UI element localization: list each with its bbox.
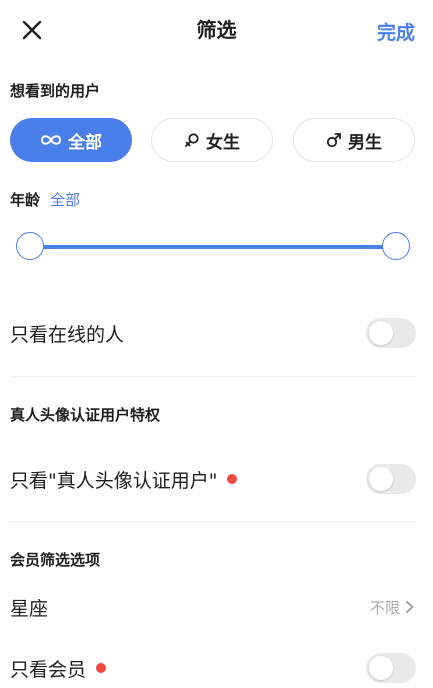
verified-only-toggle[interactable] <box>366 464 416 494</box>
toggle-knob <box>369 321 393 345</box>
divider <box>10 376 416 377</box>
online-only-row: 只看在线的人 <box>10 313 416 353</box>
female-icon <box>184 132 200 148</box>
toggle-knob <box>369 467 393 491</box>
member-only-label: 只看会员 <box>10 658 87 681</box>
age-row: 年龄 全部 <box>10 188 80 210</box>
gender-option-male[interactable]: 男生 <box>293 118 415 162</box>
infinity-icon <box>40 133 62 147</box>
verified-only-row: 只看"真人头像认证用户" <box>10 459 416 499</box>
online-only-toggle[interactable] <box>366 318 416 348</box>
gender-option-male-label: 男生 <box>348 132 382 153</box>
new-badge-dot <box>227 474 238 484</box>
member-only-toggle[interactable] <box>366 653 416 683</box>
age-value: 全部 <box>50 190 81 209</box>
online-only-label: 只看在线的人 <box>10 323 125 346</box>
done-button[interactable]: 完成 <box>377 18 415 45</box>
male-icon <box>326 132 342 148</box>
gender-option-female[interactable]: 女生 <box>151 118 273 162</box>
verified-section-title: 真人头像认证用户特权 <box>10 406 161 424</box>
gender-option-all-label: 全部 <box>68 132 102 153</box>
slider-track[interactable] <box>30 245 396 249</box>
verified-only-label: 只看"真人头像认证用户" <box>10 469 218 492</box>
age-range-slider[interactable] <box>14 230 412 264</box>
constellation-label: 星座 <box>10 597 49 620</box>
gender-options: 全部 女生 男生 <box>10 118 416 162</box>
age-label: 年龄 <box>10 190 41 209</box>
toggle-knob <box>369 656 393 680</box>
divider <box>10 521 416 522</box>
gender-option-all[interactable]: 全部 <box>10 118 132 162</box>
chevron-right-icon <box>404 600 416 614</box>
gender-option-female-label: 女生 <box>206 132 240 153</box>
header-bar: 筛选 完成 <box>0 0 433 60</box>
constellation-row[interactable]: 星座 不限 <box>10 587 416 627</box>
member-only-row: 只看会员 <box>10 648 416 688</box>
slider-handle-max[interactable] <box>382 232 410 260</box>
member-section-title: 会员筛选选项 <box>10 551 101 569</box>
new-badge-dot <box>96 663 107 673</box>
gender-section-title: 想看到的用户 <box>10 82 101 100</box>
slider-handle-min[interactable] <box>16 232 44 260</box>
constellation-selector[interactable]: 不限 <box>370 587 416 627</box>
constellation-value: 不限 <box>369 598 400 617</box>
page-title: 筛选 <box>196 18 237 42</box>
